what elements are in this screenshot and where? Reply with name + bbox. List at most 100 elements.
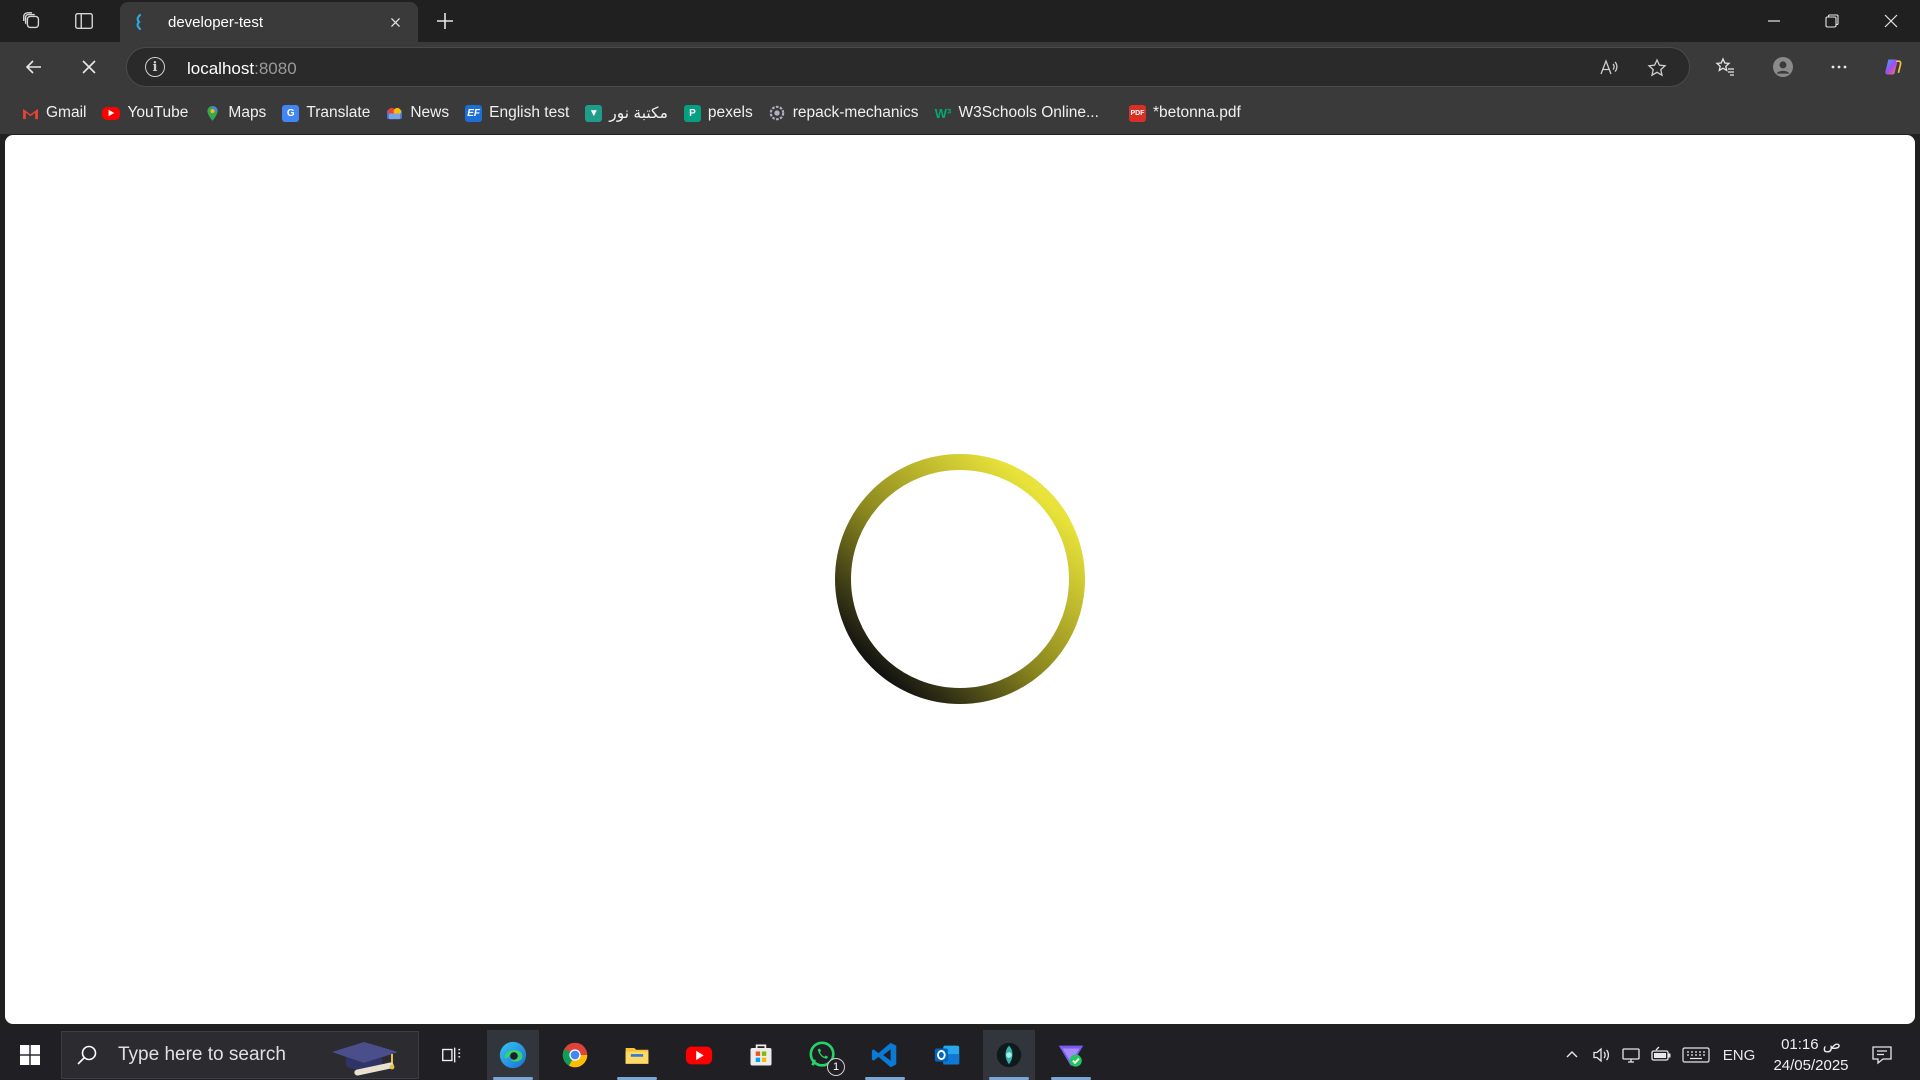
more-options-icon[interactable]	[1822, 50, 1856, 84]
bookmark-english-test[interactable]: EF English test	[457, 98, 577, 128]
bookmark-label: مكتبة نور	[609, 104, 668, 122]
loading-spinner	[835, 454, 1085, 704]
battery-button[interactable]	[1646, 1030, 1676, 1080]
tab-title: developer-test	[168, 13, 264, 31]
workspaces-icon[interactable]	[12, 1, 52, 41]
minimize-button[interactable]	[1745, 0, 1803, 42]
pexels-icon: P	[683, 104, 701, 122]
bookmark-label: YouTube	[127, 104, 189, 121]
close-window-button[interactable]	[1862, 0, 1920, 42]
new-tab-button[interactable]	[428, 4, 462, 38]
touch-keyboard-button[interactable]	[1678, 1030, 1714, 1080]
read-aloud-icon[interactable]	[1597, 56, 1621, 80]
tab-favicon-icon	[132, 13, 148, 31]
bookmark-label: Translate	[306, 104, 371, 121]
app-icon-2	[1058, 1045, 1084, 1067]
clock-time: 01:16 ص	[1781, 1036, 1841, 1053]
chevron-up-icon	[1566, 1051, 1578, 1058]
vscode-icon	[871, 1042, 897, 1068]
repack-icon	[769, 105, 786, 122]
w3schools-icon: W³	[934, 105, 952, 121]
page-viewport	[5, 135, 1915, 1024]
volume-button[interactable]	[1586, 1030, 1616, 1080]
notifications-button[interactable]	[1862, 1030, 1902, 1080]
start-button[interactable]	[0, 1030, 60, 1080]
search-icon	[77, 1045, 97, 1065]
bookmark-label: Maps	[228, 104, 267, 121]
keyboard-icon	[1682, 1047, 1710, 1063]
search-placeholder: Type here to search	[118, 1044, 286, 1065]
taskbar-search-input[interactable]: Type here to search	[61, 1031, 419, 1079]
bookmark-label: repack-mechanics	[792, 104, 919, 121]
address-bar[interactable]: i localhost:8080	[126, 47, 1690, 87]
stop-loading-button[interactable]	[72, 50, 106, 84]
bookmark-label: News	[410, 104, 450, 121]
taskbar-vscode[interactable]	[859, 1030, 911, 1080]
translate-icon: G	[282, 104, 300, 122]
taskbar-outlook[interactable]	[921, 1030, 973, 1080]
input-language-button[interactable]: ENG	[1718, 1030, 1760, 1080]
profile-avatar-icon[interactable]	[1766, 50, 1800, 84]
system-clock[interactable]: 01:16 ص 24/05/2025	[1764, 1034, 1858, 1076]
network-button[interactable]	[1616, 1030, 1646, 1080]
bookmark-news[interactable]: News	[378, 98, 457, 128]
bookmark-label: Gmail	[46, 104, 87, 121]
bookmark-betonna-pdf[interactable]: PDF *betonna.pdf	[1121, 98, 1249, 128]
bookmark-gmail[interactable]: Gmail	[14, 98, 94, 128]
back-button[interactable]	[17, 50, 51, 84]
vertical-tabs-icon[interactable]	[64, 1, 104, 41]
tab-close-icon[interactable]	[384, 11, 406, 33]
bookmark-label: W3Schools Online...	[958, 104, 1099, 121]
restore-button[interactable]	[1803, 0, 1861, 42]
battery-icon	[1651, 1046, 1671, 1061]
taskbar-store[interactable]	[735, 1030, 787, 1080]
edge-icon	[499, 1041, 527, 1069]
address-url[interactable]: localhost:8080	[187, 59, 297, 79]
tab-developer-test[interactable]: developer-test	[120, 2, 418, 42]
news-icon	[386, 105, 403, 122]
address-port: :8080	[254, 59, 297, 78]
spinner-ring	[835, 454, 1085, 704]
graduation-cap-icon	[332, 1042, 398, 1076]
bookmark-maps[interactable]: Maps	[196, 98, 274, 128]
notification-center-icon	[1872, 1046, 1892, 1065]
taskbar-file-explorer[interactable]	[611, 1030, 663, 1080]
bookmark-translate[interactable]: G Translate	[274, 98, 378, 128]
file-explorer-icon	[625, 1048, 649, 1064]
taskbar-chrome[interactable]	[549, 1030, 601, 1080]
bookmark-repack-mechanics[interactable]: repack-mechanics	[761, 98, 927, 128]
bookmark-label: pexels	[707, 104, 753, 121]
favorites-icon[interactable]	[1708, 50, 1742, 84]
bookmark-w3schools[interactable]: W³ W3Schools Online...	[927, 98, 1107, 128]
taskbar-app-2[interactable]	[1045, 1030, 1097, 1080]
site-info-icon[interactable]: i	[145, 57, 165, 77]
favorite-star-icon[interactable]	[1645, 56, 1669, 80]
bookmark-youtube[interactable]: YouTube	[94, 98, 196, 128]
chrome-icon	[562, 1042, 588, 1068]
gmail-icon	[22, 105, 39, 122]
show-hidden-icons-button[interactable]	[1558, 1030, 1586, 1080]
ef-icon: EF	[465, 104, 483, 122]
network-icon	[1622, 1048, 1640, 1063]
task-view-icon	[442, 1047, 461, 1063]
browser-navbar: i localhost:8080	[0, 42, 1920, 92]
taskbar-youtube[interactable]	[673, 1030, 725, 1080]
whatsapp-notification-badge: 1	[827, 1058, 845, 1076]
windows-taskbar: Type here to search 1 ENG 01:16 ص 24/05/…	[0, 1030, 1920, 1080]
windows-logo-icon	[20, 1045, 40, 1065]
taskbar-app[interactable]	[983, 1030, 1035, 1080]
task-view-button[interactable]	[425, 1030, 477, 1080]
bookmark-label: *betonna.pdf	[1152, 104, 1241, 121]
app-icon	[996, 1042, 1022, 1068]
taskbar-whatsapp[interactable]: 1	[797, 1030, 849, 1080]
taskbar-edge[interactable]	[487, 1030, 539, 1080]
bookmark-label: English test	[489, 104, 570, 121]
address-host: localhost	[187, 59, 255, 78]
copilot-icon[interactable]	[1876, 50, 1910, 84]
bookmark-pexels[interactable]: P pexels	[676, 98, 761, 128]
bookmark-noor-library[interactable]: ▼ مكتبة نور	[577, 98, 676, 128]
volume-icon	[1593, 1047, 1610, 1063]
clock-date: 24/05/2025	[1773, 1057, 1849, 1074]
browser-titlebar: developer-test	[0, 0, 1920, 42]
desktop-screen: developer-test i localhost:8080 Gmail Yo…	[0, 0, 1920, 1080]
